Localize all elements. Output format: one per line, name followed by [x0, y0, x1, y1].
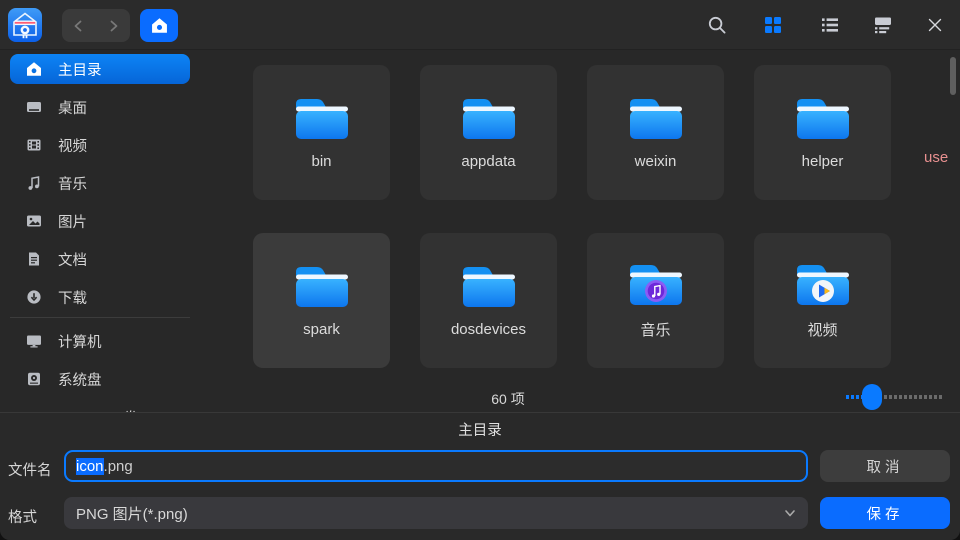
clipped-folder-name: use — [924, 149, 948, 166]
folder-name: weixin — [635, 153, 677, 170]
breadcrumb-home-button[interactable] — [140, 9, 178, 42]
folder-name: dosdevices — [451, 321, 526, 338]
sidebar-item-label: 图片 — [58, 211, 87, 232]
slider-thumb[interactable] — [862, 384, 882, 410]
sidebar-item-desktop[interactable]: 桌面 — [10, 92, 190, 122]
list-view-icon[interactable] — [820, 15, 840, 35]
sidebar-item-label: 视频 — [58, 135, 87, 156]
folder-tile[interactable]: appdata — [420, 65, 557, 200]
home-icon — [26, 61, 42, 77]
folder-tile-music[interactable]: 音乐 — [587, 233, 724, 368]
forward-button[interactable] — [96, 9, 130, 42]
system-disk-icon — [26, 371, 42, 387]
folder-name: helper — [802, 153, 844, 170]
vertical-scrollbar[interactable] — [950, 57, 956, 95]
home-icon — [151, 17, 168, 34]
video-folder-icon — [794, 261, 852, 309]
sidebar-divider — [10, 317, 190, 318]
folder-name: bin — [311, 153, 331, 170]
sidebar-item-documents[interactable]: 文档 — [10, 244, 190, 274]
file-manager-app-icon — [8, 8, 42, 42]
grid-view-icon[interactable] — [763, 15, 783, 35]
sidebar-item-label: 桌面 — [58, 97, 87, 118]
sidebar-item-system-disk[interactable]: 系统盘 — [10, 364, 190, 394]
sidebar-item-videos[interactable]: 视频 — [10, 130, 190, 160]
sidebar-item-home[interactable]: 主目录 — [10, 54, 190, 84]
format-value: PNG 图片(*.png) — [76, 503, 188, 524]
detail-view-icon[interactable] — [873, 15, 893, 35]
folder-name: 视频 — [807, 319, 837, 340]
filename-selected-text: icon — [76, 458, 104, 475]
sidebar-item-label: 音乐 — [58, 173, 87, 194]
folder-icon — [794, 95, 852, 143]
sidebar-item-label: 计算机 — [58, 331, 102, 352]
filename-label: 文件名 — [8, 459, 52, 480]
folder-name: spark — [303, 321, 340, 338]
folder-icon — [460, 95, 518, 143]
sidebar-item-label: 下载 — [58, 287, 87, 308]
sidebar-item-music[interactable]: 音乐 — [10, 168, 190, 198]
current-location-label: 主目录 — [0, 419, 960, 440]
filename-extension-text: .png — [104, 458, 133, 475]
folder-tile[interactable]: spark — [253, 233, 390, 368]
pictures-icon — [26, 213, 42, 229]
sidebar-item-label: 文档 — [58, 249, 87, 270]
music-folder-icon — [627, 261, 685, 309]
item-count: 60 项 — [428, 389, 588, 409]
sidebar: 主目录 桌面 视频 音乐 图片 — [0, 50, 230, 412]
video-icon — [26, 137, 42, 153]
sidebar-item-downloads[interactable]: 下载 — [10, 282, 190, 312]
folder-icon — [293, 263, 351, 311]
sidebar-item-label: 主目录 — [58, 59, 102, 80]
folder-tile-videos[interactable]: 视频 — [754, 233, 891, 368]
folder-icon — [460, 263, 518, 311]
slider-track-empty — [884, 395, 942, 399]
folder-icon — [627, 95, 685, 143]
icon-size-slider[interactable] — [846, 384, 942, 410]
desktop-icon — [26, 99, 42, 115]
folder-name: 音乐 — [640, 319, 670, 340]
sidebar-item-volume[interactable]: 157.9 GB 卷 — [10, 402, 190, 412]
titlebar — [0, 0, 960, 50]
folder-tile[interactable]: weixin — [587, 65, 724, 200]
music-icon — [26, 175, 42, 191]
folder-icon — [293, 95, 351, 143]
folder-tile[interactable]: dosdevices — [420, 233, 557, 368]
folder-name: appdata — [461, 153, 515, 170]
downloads-icon — [26, 289, 42, 305]
folder-tile[interactable]: helper — [754, 65, 891, 200]
format-label: 格式 — [8, 506, 37, 527]
back-button[interactable] — [62, 9, 96, 42]
file-save-dialog-window: 主目录 桌面 视频 音乐 图片 — [0, 0, 960, 540]
format-dropdown[interactable]: PNG 图片(*.png) — [64, 497, 808, 529]
save-form-panel: 主目录 文件名 icon.png 取消 格式 PNG 图片(*.png) 保存 — [0, 412, 960, 540]
chevron-down-icon — [782, 505, 798, 525]
close-icon[interactable] — [925, 15, 945, 35]
filename-input[interactable]: icon.png — [64, 450, 808, 482]
sidebar-item-label: 系统盘 — [58, 369, 102, 390]
navigation-group — [62, 9, 130, 42]
search-icon[interactable] — [707, 15, 727, 35]
documents-icon — [26, 251, 42, 267]
save-button[interactable]: 保存 — [820, 497, 950, 529]
cancel-button[interactable]: 取消 — [820, 450, 950, 482]
sidebar-item-computer[interactable]: 计算机 — [10, 326, 190, 356]
sidebar-item-pictures[interactable]: 图片 — [10, 206, 190, 236]
folder-tile[interactable]: bin — [253, 65, 390, 200]
computer-icon — [26, 333, 42, 349]
